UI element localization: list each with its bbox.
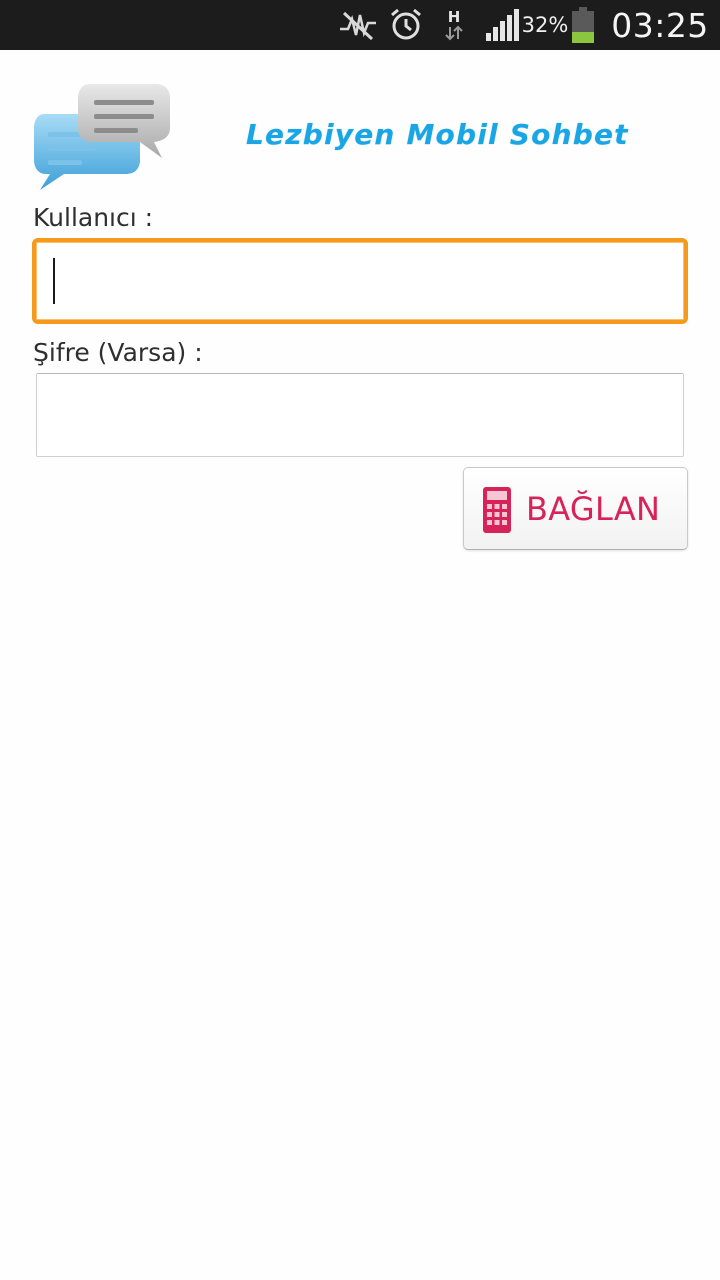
connect-button-label: BAĞLAN [526,490,661,528]
battery-icon [569,0,597,50]
connect-button[interactable]: BAĞLAN [463,467,688,550]
chat-bubbles-icon [30,80,172,194]
password-label: Şifre (Varsa) : [33,338,203,367]
alarm-icon [386,0,426,50]
calculator-icon [482,486,512,534]
signal-icon [484,0,520,50]
status-bar: H 32% 03:25 [0,0,720,50]
username-label: Kullanıcı : [33,203,154,232]
network-type-label: H [447,7,461,26]
mute-icon [336,0,380,50]
data-hspa-icon: H [440,0,468,50]
username-input[interactable] [32,238,688,324]
battery-percent: 32% [521,13,569,37]
text-cursor [53,258,55,304]
app-title: Lezbiyen Mobil Sohbet [246,118,629,151]
clock: 03:25 [611,5,709,45]
password-input[interactable] [36,373,684,457]
